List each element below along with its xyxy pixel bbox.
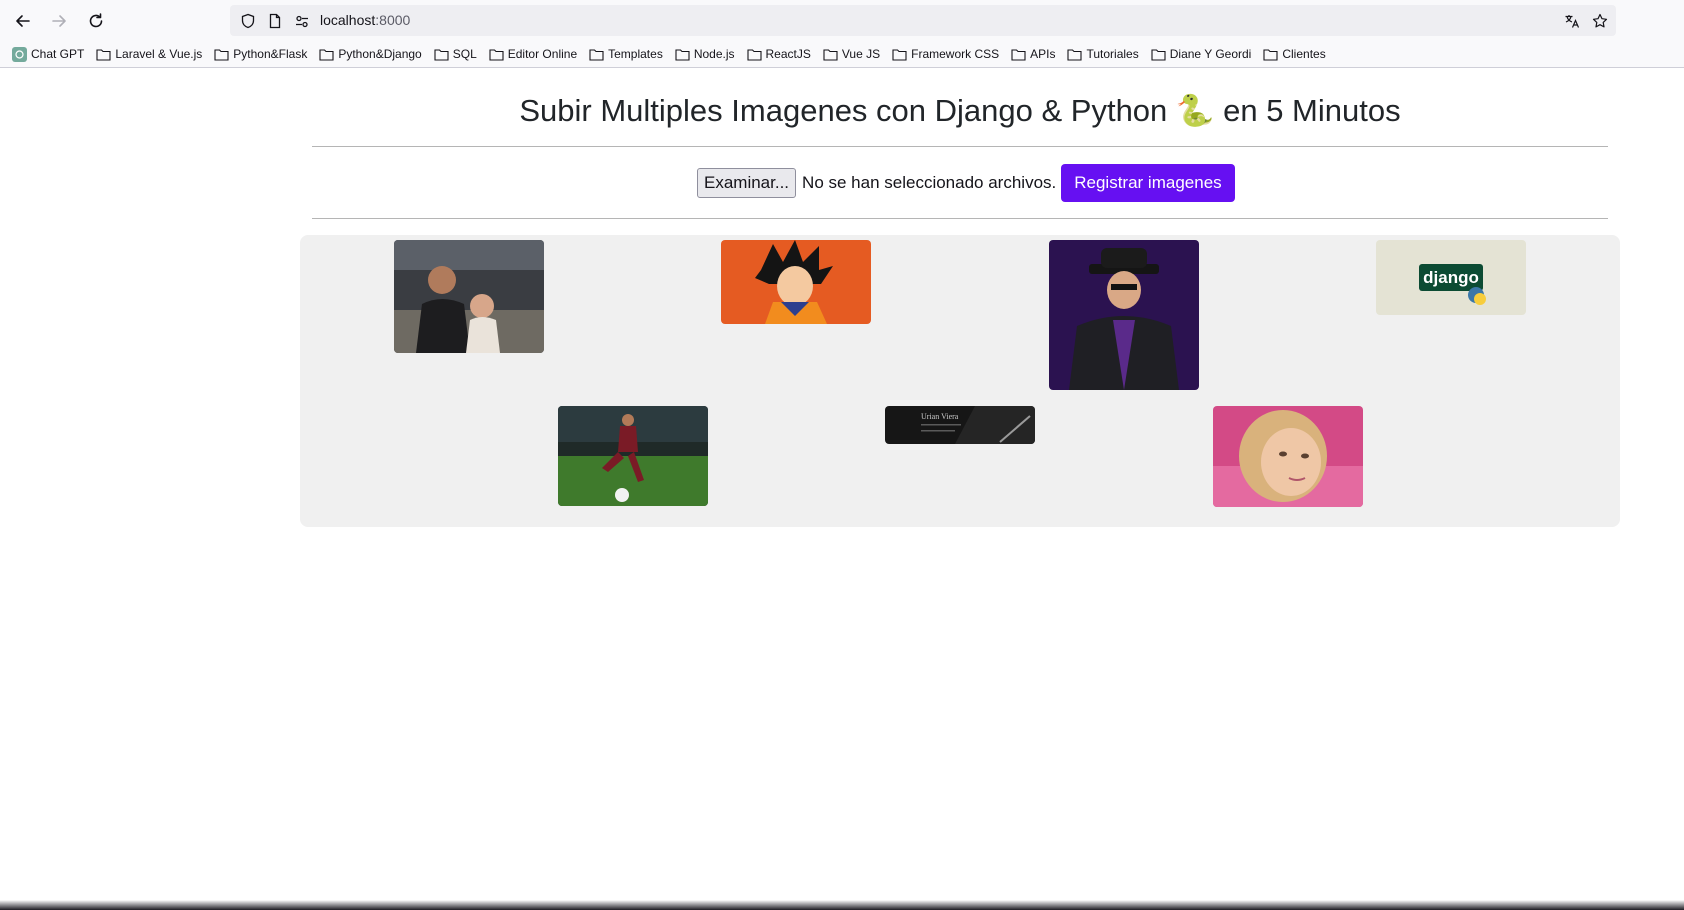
folder-icon — [823, 48, 838, 61]
bookmark-label: APIs — [1030, 47, 1056, 61]
bookmark-label: Chat GPT — [31, 47, 85, 61]
image-gallery: django Urian Viera — [300, 235, 1620, 527]
bookmark-folder-vue-js[interactable]: Vue JS — [823, 47, 880, 61]
gallery-image-urian-viera-card[interactable]: Urian Viera — [885, 406, 1035, 444]
gallery-image-soccer-player[interactable] — [558, 406, 708, 506]
folder-icon — [1067, 48, 1083, 61]
folder-icon — [319, 48, 334, 61]
bookmark-label: Python&Django — [338, 47, 422, 61]
bookmark-chat-gpt[interactable]: Chat GPT — [12, 46, 85, 62]
bookmark-label: Clientes — [1282, 47, 1326, 61]
bookmark-folder-framework-css[interactable]: Framework CSS — [892, 47, 999, 61]
reload-icon[interactable] — [84, 9, 108, 33]
bookmark-label: Laravel & Vue.js — [115, 47, 203, 61]
django-logo-text: django — [1423, 268, 1479, 287]
folder-icon — [1263, 48, 1278, 61]
folder-icon — [96, 48, 111, 61]
file-selection-status: No se han seleccionado archivos. — [802, 173, 1057, 192]
shield-icon[interactable] — [239, 12, 256, 29]
bookmark-label: Framework CSS — [911, 47, 1000, 61]
bookmark-folder-python-flask[interactable]: Python&Flask — [214, 47, 307, 61]
bookmark-folder-tutoriales[interactable]: Tutoriales — [1067, 47, 1139, 61]
bookmark-label: Diane Y Geordi — [1169, 47, 1252, 61]
bookmark-label: Editor Online — [507, 47, 578, 61]
bookmark-label: Node.js — [693, 47, 735, 61]
browse-files-button[interactable]: Examinar... — [697, 168, 797, 198]
folder-icon — [489, 48, 504, 61]
bookmark-folder-nodejs[interactable]: Node.js — [675, 47, 735, 61]
bookmark-label: Tutoriales — [1086, 47, 1139, 61]
gallery-image-man-with-baby[interactable] — [394, 240, 544, 353]
bookmarks-bar: Chat GPT Laravel & Vue.js Python&Flask P… — [12, 44, 1338, 64]
bookmark-star-icon[interactable] — [1591, 12, 1608, 29]
gallery-image-goku[interactable] — [721, 240, 871, 324]
forward-arrow-icon[interactable] — [47, 9, 71, 33]
browser-toolbar: localhost:8000 Chat GPT Laravel & Vue.js… — [0, 0, 1684, 68]
divider-bottom — [312, 218, 1608, 219]
bookmark-label: Templates — [608, 47, 663, 61]
page-title: Subir Multiples Imagenes con Django & Py… — [519, 93, 1401, 128]
folder-icon — [746, 48, 762, 61]
bookmark-folder-clientes[interactable]: Clientes — [1263, 47, 1326, 61]
upload-form: Examinar... No se han seleccionado archi… — [697, 164, 1235, 202]
bookmark-folder-diane-y-geordi[interactable]: Diane Y Geordi — [1151, 47, 1252, 61]
folder-icon — [1151, 48, 1166, 61]
bookmark-label: ReactJS — [765, 47, 811, 61]
gallery-image-man-in-fedora[interactable] — [1049, 240, 1199, 390]
bookmark-label: Vue JS — [841, 47, 881, 61]
card-name-text: Urian Viera — [921, 412, 959, 421]
divider-top — [312, 146, 1608, 147]
translate-icon[interactable] — [1563, 12, 1580, 29]
bookmark-folder-python-django[interactable]: Python&Django — [319, 47, 422, 61]
window-bottom-edge — [0, 900, 1684, 910]
folder-icon — [434, 48, 449, 61]
folder-icon — [214, 48, 229, 61]
bookmark-folder-apis[interactable]: APIs — [1011, 47, 1055, 61]
folder-icon — [675, 48, 690, 61]
chatgpt-icon — [12, 46, 27, 62]
url-text[interactable]: localhost:8000 — [320, 12, 410, 28]
bookmark-folder-editor-online[interactable]: Editor Online — [489, 47, 577, 61]
page-icon[interactable] — [266, 12, 283, 29]
address-bar[interactable]: localhost:8000 — [230, 5, 1616, 36]
folder-icon — [1011, 48, 1026, 61]
bookmark-folder-laravel-vue[interactable]: Laravel & Vue.js — [96, 47, 202, 61]
folder-icon — [589, 48, 604, 61]
bookmark-label: SQL — [452, 47, 477, 61]
register-images-button[interactable]: Registrar imagenes — [1061, 164, 1235, 202]
gallery-image-woman-selfie[interactable] — [1213, 406, 1363, 507]
bookmark-label: Python&Flask — [233, 47, 308, 61]
site-permissions-icon[interactable] — [293, 12, 310, 29]
gallery-image-django-logo[interactable]: django — [1376, 240, 1526, 315]
bookmark-folder-reactjs[interactable]: ReactJS — [746, 47, 811, 61]
url-host: localhost — [320, 12, 376, 28]
url-port: :8000 — [375, 12, 411, 28]
bookmark-folder-templates[interactable]: Templates — [589, 47, 663, 61]
bookmark-folder-sql[interactable]: SQL — [434, 47, 477, 61]
back-arrow-icon[interactable] — [11, 9, 35, 33]
folder-icon — [892, 48, 907, 61]
